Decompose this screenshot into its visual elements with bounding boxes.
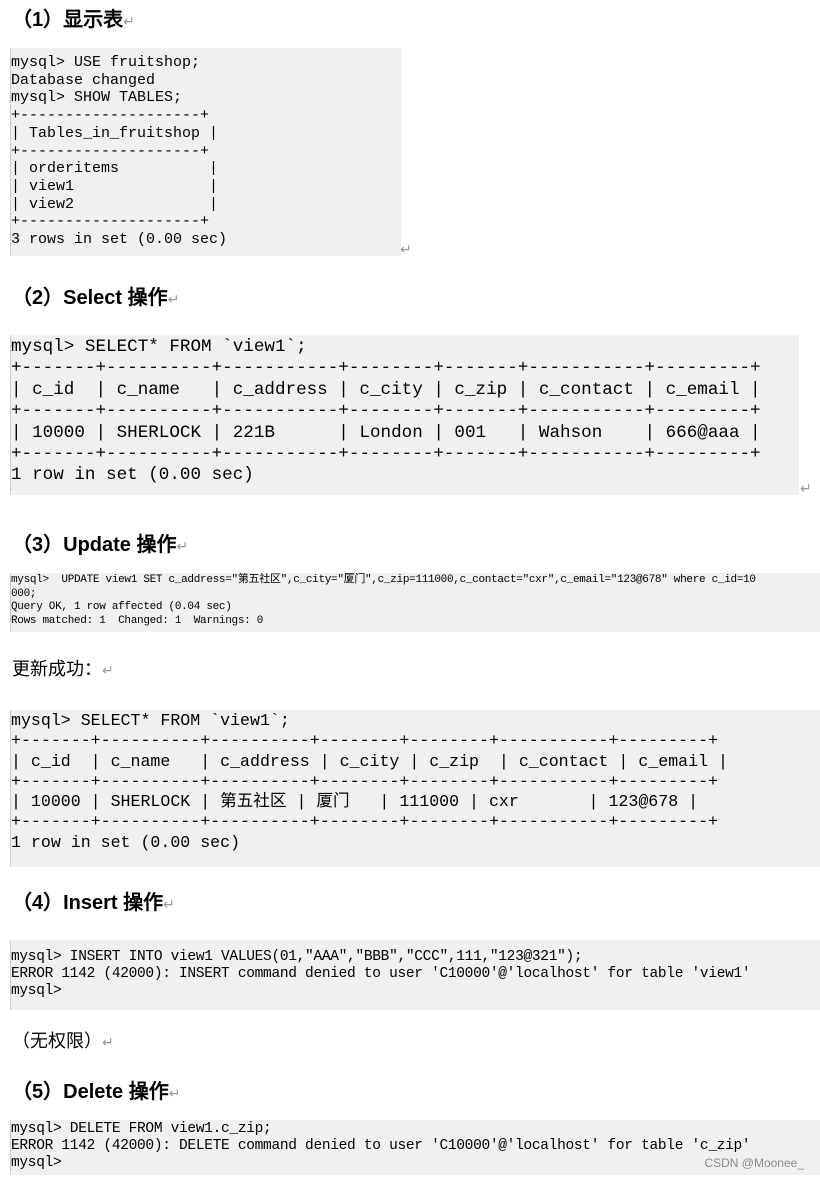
terminal-line: 1 row in set (0.00 sec) bbox=[11, 465, 254, 486]
terminal-select-after-update: mysql> SELECT* FROM `view1`; +-------+---… bbox=[10, 710, 820, 867]
terminal-line: | 10000 | SHERLOCK | 第五社区 | 厦门 | 111000 … bbox=[11, 792, 699, 812]
update-success-text: 更新成功：↵ bbox=[12, 659, 114, 680]
terminal-line: +--------------------+ bbox=[11, 142, 210, 160]
terminal-show-tables: mysql> USE fruitshop; Database changed mys… bbox=[10, 48, 401, 256]
return-mark: ↵ bbox=[800, 481, 812, 497]
terminal-line: +-------+----------+-----------+--------… bbox=[11, 401, 761, 422]
terminal-delete: mysql> DELETE FROM view1.c_zip; ERROR 114… bbox=[10, 1120, 820, 1175]
terminal-line: +-------+----------+----------+--------+… bbox=[11, 731, 719, 751]
no-permission-text: （无权限）↵ bbox=[12, 1031, 114, 1052]
terminal-line: mysql> USE fruitshop; bbox=[11, 54, 201, 71]
terminal-line: +-------+----------+-----------+--------… bbox=[11, 358, 761, 379]
terminal-update: mysql> UPDATE view1 SET c_address="第五社区"… bbox=[10, 573, 820, 632]
terminal-line: 1 row in set (0.00 sec) bbox=[11, 832, 241, 852]
terminal-line: +-------+----------+-----------+--------… bbox=[11, 444, 761, 465]
terminal-line: Query OK, 1 row affected (0.04 sec) bbox=[11, 601, 232, 613]
terminal-line: mysql> bbox=[11, 1155, 62, 1171]
terminal-line: | Tables_in_fruitshop | bbox=[11, 124, 219, 142]
terminal-line: Rows matched: 1 Changed: 1 Warnings: 0 bbox=[11, 614, 264, 627]
heading-show-tables: （1）显示表↵ bbox=[12, 9, 135, 31]
terminal-line: ERROR 1142 (42000): INSERT command denie… bbox=[11, 966, 751, 982]
terminal-line: mysql> INSERT INTO view1 VALUES(01,"AAA"… bbox=[11, 949, 583, 965]
heading-insert: （4）Insert 操作↵ bbox=[12, 892, 175, 914]
heading-update: （3）Update 操作↵ bbox=[12, 534, 189, 556]
watermark: CSDN @Moonee_ bbox=[704, 1156, 804, 1170]
terminal-line: mysql> DELETE FROM view1.c_zip; bbox=[11, 1121, 272, 1137]
terminal-line: | orderitems | bbox=[11, 160, 219, 178]
terminal-line: 3 rows in set (0.00 sec) bbox=[11, 231, 228, 249]
return-mark: ↵ bbox=[400, 242, 412, 258]
terminal-line: ERROR 1142 (42000): DELETE command denie… bbox=[11, 1138, 751, 1154]
terminal-line: +--------------------+ bbox=[11, 213, 210, 231]
heading-delete: （5）Delete 操作↵ bbox=[12, 1081, 181, 1103]
terminal-line: 000; bbox=[11, 587, 37, 600]
terminal-line: mysql> UPDATE view1 SET c_address="第五社区"… bbox=[11, 574, 756, 586]
terminal-line: | c_id | c_name | c_address | c_city | c… bbox=[11, 751, 728, 771]
terminal-line: | 10000 | SHERLOCK | 221B | London | 001… bbox=[11, 422, 761, 443]
terminal-line: +--------------------+ bbox=[11, 107, 210, 125]
terminal-select: mysql> SELECT* FROM `view1`; +-------+---… bbox=[10, 335, 799, 495]
heading-select: （2）Select 操作↵ bbox=[12, 287, 180, 309]
terminal-line: | view1 | bbox=[11, 177, 219, 195]
terminal-line: | c_id | c_name | c_address | c_city | c… bbox=[11, 379, 761, 400]
terminal-line: mysql> SHOW TABLES; bbox=[11, 89, 183, 107]
terminal-line: mysql> SELECT* FROM `view1`; bbox=[11, 711, 290, 730]
terminal-line: +-------+----------+----------+--------+… bbox=[11, 812, 719, 832]
terminal-line: mysql> bbox=[11, 983, 62, 999]
terminal-line: | view2 | bbox=[11, 195, 219, 213]
terminal-insert: mysql> INSERT INTO view1 VALUES(01,"AAA"… bbox=[10, 940, 820, 1010]
terminal-line: Database changed bbox=[11, 71, 156, 89]
terminal-line: mysql> SELECT* FROM `view1`; bbox=[11, 337, 307, 357]
terminal-line: +-------+----------+----------+--------+… bbox=[11, 771, 719, 791]
